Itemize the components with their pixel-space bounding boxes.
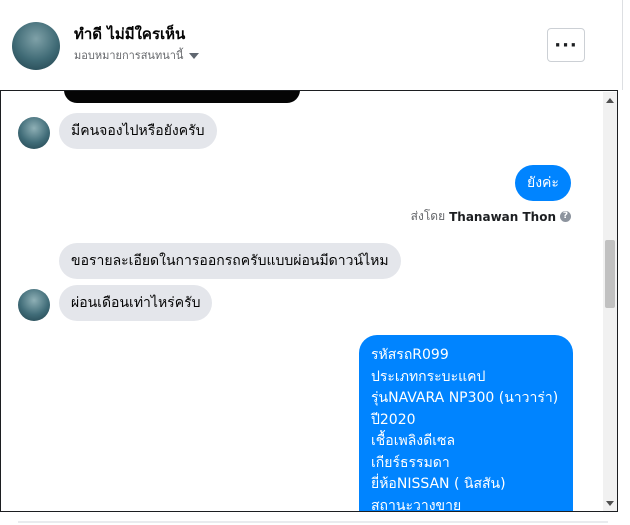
scroll-up-arrow-icon[interactable] <box>606 98 614 103</box>
outgoing-message: ยังค่ะ <box>515 165 571 201</box>
contact-name[interactable]: ทำดี ไม่มีใครเห็น <box>74 22 185 46</box>
more-options-button[interactable]: ··· <box>547 28 585 62</box>
previous-message-bubble <box>64 91 300 103</box>
scroll-thumb[interactable] <box>605 240 615 308</box>
incoming-message: มีคนจองไปหรือยังครับ <box>59 113 217 149</box>
outgoing-car-details-message: รหัสรถR099 ประเภทกระบะแคป รุ่นNAVARA NP3… <box>359 335 573 512</box>
divider <box>18 521 608 523</box>
contact-avatar[interactable] <box>12 22 60 70</box>
message-thread[interactable]: มีคนจองไปหรือยังครับ ยังค่ะ ส่งโดย Thana… <box>0 90 618 512</box>
detail-line: รุ่นNAVARA NP300 (นาวาร่า) <box>371 390 559 406</box>
sent-by-label: ส่งโดย Thanawan Thon ? <box>411 207 571 226</box>
composer-area <box>0 512 630 525</box>
sent-by-prefix: ส่งโดย <box>410 209 446 223</box>
caret-down-icon <box>189 53 200 59</box>
question-icon[interactable]: ? <box>560 211 571 222</box>
detail-line: เกียร์ธรรมดา <box>371 454 450 471</box>
scroll-down-arrow-icon[interactable] <box>606 501 614 506</box>
sender-avatar <box>18 289 50 321</box>
incoming-message: ขอรายละเอียดในการออกรถครับแบบผ่อนมีดาวน์… <box>59 243 401 279</box>
detail-line: ประเภทกระบะแคป <box>371 368 486 385</box>
detail-line: เชื้อเพลิงดีเซล <box>371 433 456 449</box>
detail-line: สถานะวางขาย <box>371 497 462 512</box>
sender-avatar <box>18 117 50 149</box>
conversation-header: ทำดี ไม่มีใครเห็น มอบหมายการสนทนานี้ ··· <box>0 0 630 90</box>
detail-line: รหัสรถR099 <box>371 347 449 363</box>
incoming-message: ผ่อนเดือนเท่าไหร่ครับ <box>59 285 213 321</box>
divider <box>622 0 623 90</box>
detail-line: ปี2020 <box>371 411 416 428</box>
scrollbar[interactable] <box>603 92 617 511</box>
detail-line: ยี่ห้อNISSAN ( นิสสัน) <box>371 476 506 492</box>
sent-by-name: Thanawan Thon <box>449 209 556 224</box>
assign-conversation-label: มอบหมายการสนทนานี้ <box>74 49 184 62</box>
assign-conversation-dropdown[interactable]: มอบหมายการสนทนานี้ <box>74 46 200 64</box>
